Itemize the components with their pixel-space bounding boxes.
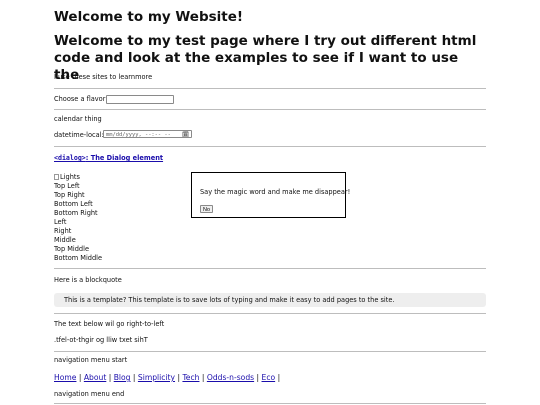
dialog-link-code: <dialog>: [54, 154, 86, 162]
nav-separator: |: [108, 373, 112, 382]
datetime-placeholder: mm/dd/yyyy, --:-- --: [106, 132, 171, 138]
divider: [54, 109, 486, 110]
nav-start-label: navigation menu start: [54, 356, 128, 364]
calendar-icon[interactable]: 🗓: [182, 131, 189, 139]
nav-separator: |: [78, 373, 82, 382]
rtl-label: The text below wil go right-to-left: [54, 320, 165, 328]
nav-link-home[interactable]: Home: [54, 373, 76, 382]
divider: [54, 351, 486, 352]
position-label: Top Left: [54, 182, 80, 190]
blockquote-text: This is a template? This template is to …: [64, 296, 395, 304]
nav-link-tech[interactable]: Tech: [182, 373, 199, 382]
position-label: Right: [54, 227, 72, 235]
divider: [54, 313, 486, 314]
nav-separator: |: [277, 373, 281, 382]
dialog-no-button[interactable]: No: [200, 205, 213, 213]
dialog-message: Say the magic word and make me disappear…: [200, 188, 351, 196]
page-title: Welcome to my Website!: [54, 9, 244, 25]
position-label: Top Middle: [54, 245, 90, 253]
position-label: Bottom Right: [54, 209, 98, 217]
learn-text: I use these sites to learnmore: [54, 73, 153, 81]
datetime-label: datetime-local:: [54, 131, 104, 139]
image-alt-text: Lights: [60, 173, 80, 181]
divider: [54, 88, 486, 89]
broken-image-icon: [54, 174, 59, 180]
flavor-input[interactable]: [106, 95, 174, 104]
position-label: Bottom Left: [54, 200, 93, 208]
nav-link-eco[interactable]: Eco: [262, 373, 276, 382]
navigation-menu: Home | About | Blog | Simplicity | Tech …: [54, 373, 280, 382]
divider: [54, 268, 486, 269]
nav-link-odds-n-sods[interactable]: Odds-n-sods: [207, 373, 254, 382]
blockquote: This is a template? This template is to …: [54, 293, 486, 307]
calendar-heading: calendar thing: [54, 115, 102, 123]
position-label: Top Right: [54, 191, 85, 199]
divider: [54, 146, 486, 147]
nav-separator: |: [177, 373, 181, 382]
divider: [54, 403, 486, 404]
datetime-input[interactable]: mm/dd/yyyy, --:-- -- 🗓: [103, 130, 192, 138]
blockquote-label: Here is a blockquote: [54, 276, 122, 284]
position-label: Bottom Middle: [54, 254, 103, 262]
nav-link-simplicity[interactable]: Simplicity: [138, 373, 175, 382]
dialog-element-link[interactable]: <dialog>: The Dialog element: [54, 154, 163, 162]
position-label: Left: [54, 218, 67, 226]
flavor-label: Choose a flavor:: [54, 95, 108, 103]
rtl-text: .tfel-ot-thgir og lliw txet sihT: [54, 336, 148, 344]
nav-link-about[interactable]: About: [84, 373, 106, 382]
position-label: Middle: [54, 236, 76, 244]
nav-separator: |: [201, 373, 205, 382]
magic-word-dialog: Say the magic word and make me disappear…: [191, 172, 350, 218]
nav-end-label: navigation menu end: [54, 390, 125, 398]
nav-separator: |: [256, 373, 260, 382]
lights-image: Lights: [54, 173, 80, 181]
dialog-link-text: : The Dialog element: [85, 154, 164, 162]
nav-separator: |: [132, 373, 136, 382]
nav-link-blog[interactable]: Blog: [114, 373, 131, 382]
